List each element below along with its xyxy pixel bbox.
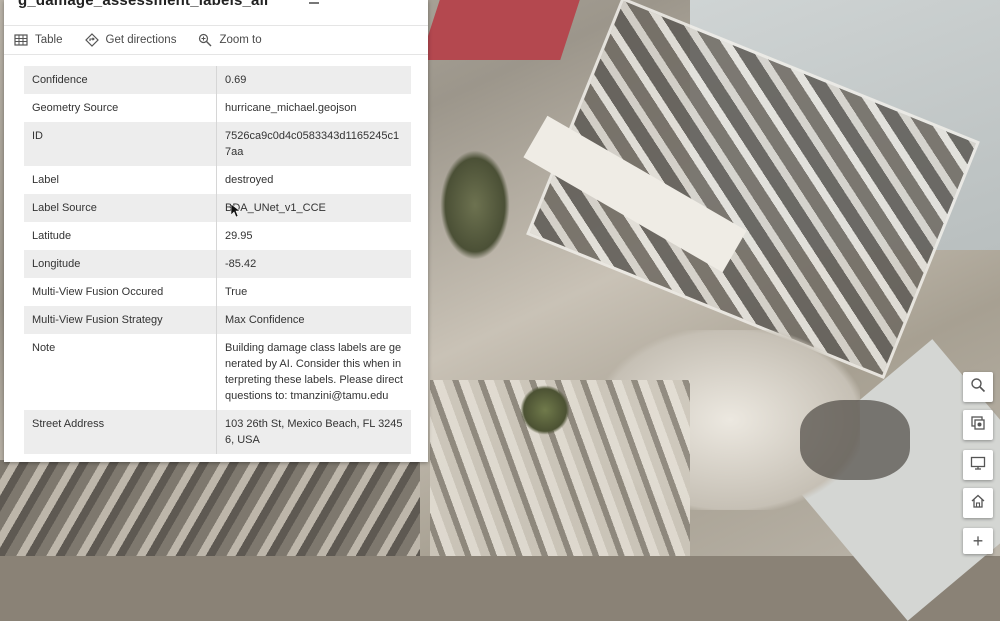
popup-actions: Table Get directions Zoom to — [4, 26, 428, 55]
zoom-to-button[interactable]: Zoom to — [198, 33, 262, 47]
get-directions-label: Get directions — [105, 34, 177, 46]
directions-icon — [84, 33, 99, 47]
popup-title: g_damage_assessment_labels_all — [18, 0, 269, 9]
map-debris-left — [0, 460, 420, 556]
map-palm-tree — [520, 385, 570, 435]
popup-titlebar: g_damage_assessment_labels_all — [4, 0, 428, 26]
get-directions-button[interactable]: Get directions — [84, 33, 177, 47]
attribute-row: Label Source BDA_UNet_v1_CCE — [24, 194, 411, 222]
feature-popup: g_damage_assessment_labels_all Table Get… — [4, 0, 428, 462]
search-icon — [970, 377, 986, 398]
map-red-roof — [420, 0, 580, 60]
attribute-value: Building damage class labels are generat… — [216, 334, 411, 410]
attribute-key: Confidence — [24, 66, 217, 94]
map-shadow — [800, 400, 910, 480]
attribute-row: Longitude -85.42 — [24, 250, 411, 278]
attribute-value: 103 26th St, Mexico Beach, FL 32456, USA — [216, 410, 411, 454]
attribute-value: hurricane_michael.geojson — [216, 94, 411, 122]
attribute-row: Multi-View Fusion Occured True — [24, 278, 411, 306]
attribute-row: ID 7526ca9c0d4c0583343d1165245c17aa — [24, 122, 411, 166]
attribute-value: -85.42 — [216, 250, 411, 278]
attribute-row: Multi-View Fusion Strategy Max Confidenc… — [24, 306, 411, 334]
home-button[interactable] — [963, 488, 993, 518]
attribute-key: Label — [24, 166, 217, 194]
table-button[interactable]: Table — [14, 33, 63, 47]
layer-list-icon — [970, 415, 986, 436]
attribute-key: Note — [24, 334, 217, 410]
attribute-key: Longitude — [24, 250, 217, 278]
attribute-value: Max Confidence — [216, 306, 411, 334]
attribute-value: True — [216, 278, 411, 306]
attribute-key: Multi-View Fusion Strategy — [24, 306, 217, 334]
screen-button[interactable] — [963, 450, 993, 480]
attribute-key: Multi-View Fusion Occured — [24, 278, 217, 306]
attribute-value: BDA_UNet_v1_CCE — [216, 194, 411, 222]
home-icon — [970, 493, 986, 514]
screen-icon — [970, 455, 986, 476]
attribute-table: Confidence 0.69 Geometry Source hurrican… — [24, 66, 411, 454]
table-icon — [14, 33, 28, 47]
attribute-row: Label destroyed — [24, 166, 411, 194]
attribute-value: 7526ca9c0d4c0583343d1165245c17aa — [216, 122, 411, 166]
table-label: Table — [35, 34, 63, 46]
minimize-icon[interactable] — [309, 0, 319, 4]
attribute-value: 0.69 — [216, 66, 411, 94]
attribute-value: destroyed — [216, 166, 411, 194]
attribute-row: Street Address 103 26th St, Mexico Beach… — [24, 410, 411, 454]
attribute-key: ID — [24, 122, 217, 166]
zoom-in-icon: + — [972, 531, 984, 551]
zoom-in-button[interactable]: + — [963, 528, 993, 554]
attribute-row: Note Building damage class labels are ge… — [24, 334, 411, 410]
attribute-key: Latitude — [24, 222, 217, 250]
attribute-key: Label Source — [24, 194, 217, 222]
zoom-to-icon — [198, 33, 212, 47]
map-palm-tree — [440, 150, 510, 260]
attribute-row: Latitude 29.95 — [24, 222, 411, 250]
zoom-to-label: Zoom to — [219, 34, 262, 46]
attribute-key: Geometry Source — [24, 94, 217, 122]
attribute-key: Street Address — [24, 410, 217, 454]
layer-list-button[interactable] — [963, 410, 993, 440]
search-button[interactable] — [963, 372, 993, 402]
attribute-row: Geometry Source hurricane_michael.geojso… — [24, 94, 411, 122]
attribute-row: Confidence 0.69 — [24, 66, 411, 94]
attribute-value: 29.95 — [216, 222, 411, 250]
